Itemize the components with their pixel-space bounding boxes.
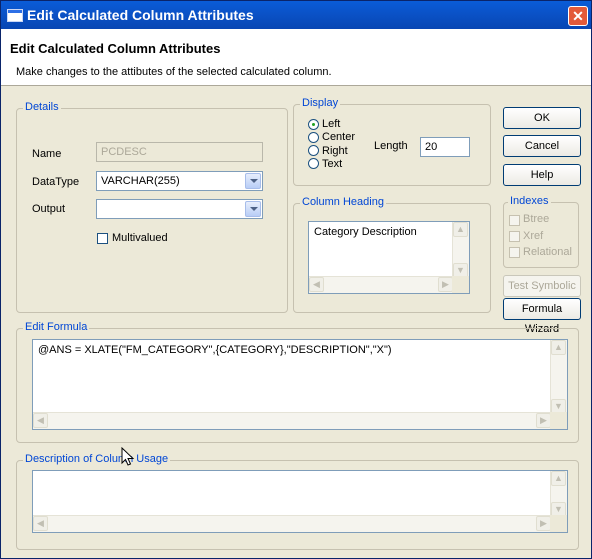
chevron-down-icon[interactable] [245,201,261,217]
scroll-right-icon[interactable]: ▶ [536,516,551,531]
column-heading-textarea[interactable]: Category Description ▲ ▼ ◀ ▶ [308,221,470,294]
description-vscroll[interactable]: ▲ ▼ [550,471,567,517]
scroll-left-icon[interactable]: ◀ [309,277,324,292]
scroll-corner [550,515,567,532]
scroll-left-icon[interactable]: ◀ [33,413,48,428]
radio-text[interactable] [308,158,319,169]
datatype-value: VARCHAR(255) [101,175,180,187]
column-heading-hscroll[interactable]: ◀ ▶ [309,276,453,293]
edit-formula-text: @ANS = XLATE("FM_CATEGORY",{CATEGORY},"D… [38,344,392,356]
radio-left[interactable] [308,119,319,130]
btree-checkbox[interactable] [509,215,520,226]
scroll-right-icon[interactable]: ▶ [438,277,453,292]
dialog-window: Edit Calculated Column Attributes ✕ Edit… [0,0,592,559]
scroll-right-icon[interactable]: ▶ [536,413,551,428]
description-legend: Description of Column Usage [23,453,171,465]
scroll-up-icon[interactable]: ▲ [551,340,566,355]
radio-right[interactable] [308,145,319,156]
description-textarea[interactable]: ▲ ▼ ◀ ▶ [32,470,568,533]
output-label: Output [32,203,66,215]
datatype-select[interactable]: VARCHAR(255) [96,171,263,191]
length-label: Length [374,140,408,152]
edit-formula-legend: Edit Formula [23,321,90,333]
name-label: Name [32,148,62,160]
chevron-down-icon[interactable] [245,173,261,189]
btree-label[interactable]: Btree [523,213,549,225]
ok-button[interactable]: OK [503,107,581,129]
dialog-header: Edit Calculated Column Attributes Make c… [1,29,591,86]
radio-left-label[interactable]: Left [322,118,340,130]
description-hscroll[interactable]: ◀ ▶ [33,515,551,532]
column-heading-text: Category Description [314,226,417,238]
relational-label[interactable]: Relational [523,246,572,258]
radio-text-label[interactable]: Text [322,158,342,170]
window-title: Edit Calculated Column Attributes [27,7,254,23]
formula-wizard-button[interactable]: Formula Wizard [503,298,581,335]
header-subtitle: Make changes to the attibutes of the sel… [16,66,332,78]
xref-checkbox[interactable] [509,231,520,242]
scroll-left-icon[interactable]: ◀ [33,516,48,531]
length-input[interactable]: 20 [420,137,470,157]
column-heading-legend: Column Heading [300,196,386,208]
mouse-cursor-icon [121,447,135,466]
close-button[interactable]: ✕ [568,6,588,26]
scroll-up-icon[interactable]: ▲ [551,471,566,486]
details-legend: Details [23,101,61,113]
radio-center-label[interactable]: Center [322,131,355,143]
test-symbolic-button[interactable]: Test Symbolic [503,275,581,297]
relational-checkbox[interactable] [509,247,520,258]
indexes-legend: Indexes [508,195,551,207]
xref-label[interactable]: Xref [523,230,543,242]
multivalued-label[interactable]: Multivalued [112,232,168,244]
scroll-corner [452,276,469,293]
display-legend: Display [300,97,341,109]
datatype-label: DataType [32,176,80,188]
edit-formula-textarea[interactable]: @ANS = XLATE("FM_CATEGORY",{CATEGORY},"D… [32,339,568,430]
header-title: Edit Calculated Column Attributes [10,41,221,56]
title-bar[interactable]: Edit Calculated Column Attributes ✕ [1,1,591,29]
output-select[interactable] [96,199,263,219]
name-field: PCDESC [96,142,263,162]
radio-right-label[interactable]: Right [322,145,348,157]
multivalued-checkbox[interactable] [97,233,108,244]
edit-formula-vscroll[interactable]: ▲ ▼ [550,340,567,414]
window-icon [7,9,23,22]
cancel-button[interactable]: Cancel [503,135,581,157]
edit-formula-hscroll[interactable]: ◀ ▶ [33,412,551,429]
column-heading-vscroll[interactable]: ▲ ▼ [452,222,469,278]
scroll-corner [550,412,567,429]
help-button[interactable]: Help [503,164,581,186]
radio-center[interactable] [308,132,319,143]
scroll-up-icon[interactable]: ▲ [453,222,468,237]
